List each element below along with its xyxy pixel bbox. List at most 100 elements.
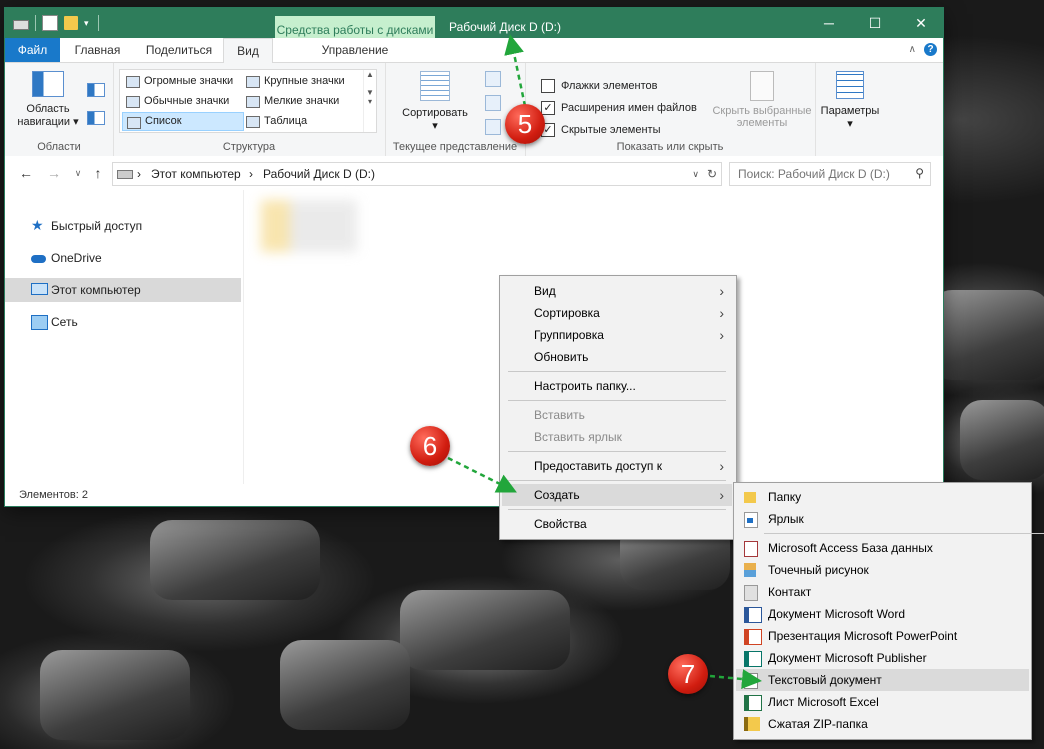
chevron-right-icon: › [719,487,724,503]
menu-item-view[interactable]: Вид › [502,280,732,302]
menu-item-label: Группировка [534,328,604,342]
maximize-button[interactable]: ☐ [852,8,898,38]
tab-home[interactable]: Главная [60,38,135,62]
item-checkboxes-toggle[interactable]: Флажки элементов [541,77,657,95]
breadcrumb-item[interactable]: Рабочий Диск D (D:) [263,163,375,185]
nav-item-this-pc[interactable]: Этот компьютер [5,278,241,302]
step-badge-7: 7 [668,654,708,694]
large-icons-icon [246,76,260,88]
breadcrumb-separator[interactable]: › [249,163,253,185]
sort-button[interactable]: Сортировать ▾ [399,71,471,132]
back-button[interactable]: ← [17,164,35,182]
minimize-button[interactable]: ─ [806,8,852,38]
chevron-down-icon[interactable]: ▾ [84,16,92,30]
preview-pane-icon[interactable] [87,83,105,97]
menu-item-properties[interactable]: Свойства [502,513,732,535]
submenu-item-folder[interactable]: Папку [736,486,1029,508]
layout-option[interactable]: Крупные значки [242,72,364,91]
options-button[interactable]: Параметры ▾ [819,71,881,130]
list-icon [127,117,141,129]
submenu-item-bitmap[interactable]: Точечный рисунок [736,559,1029,581]
details-pane-icon[interactable] [87,111,105,125]
submenu-item-label: Лист Microsoft Excel [768,695,879,709]
menu-item-group[interactable]: Группировка › [502,324,732,346]
blurred-folder-item[interactable] [261,200,357,252]
hide-selected-button[interactable]: Скрыть выбранные элементы [709,71,815,129]
navigation-pane-icon [32,71,64,97]
layout-option[interactable]: Обычные значки [122,92,244,111]
excel-icon [744,695,762,711]
breadcrumb-separator[interactable]: › [137,163,141,185]
nav-item-network[interactable]: Сеть [5,310,241,334]
text-document-icon [744,673,758,689]
drive-icon [13,20,29,30]
tab-view[interactable]: Вид [223,38,273,64]
menu-item-give-access[interactable]: Предоставить доступ к › [502,455,732,477]
menu-separator [764,533,1044,534]
tab-manage[interactable]: Управление [275,38,435,62]
gallery-scroll[interactable]: ▲ ▼ ▾ [363,70,376,132]
checkbox-checked[interactable]: ✓ [541,101,555,115]
options-label: Параметры [820,105,880,117]
nav-item-quick-access[interactable]: ★ Быстрый доступ [5,214,241,238]
nav-item-label: OneDrive [51,251,102,265]
properties-icon[interactable] [42,15,58,31]
chevron-right-icon: › [719,327,724,343]
file-extensions-toggle[interactable]: ✓ Расширения имен файлов [541,99,697,117]
drive-icon [117,170,133,179]
group-areas: Область навигации ▾ Области [5,63,114,156]
address-bar[interactable]: › Этот компьютер › Рабочий Диск D (D:) ∨… [112,162,722,186]
submenu-item-powerpoint[interactable]: Презентация Microsoft PowerPoint [736,625,1029,647]
checkbox[interactable] [541,79,555,93]
hidden-items-toggle[interactable]: ✓ Скрытые элементы [541,121,661,139]
checkbox-label: Расширения имен файлов [561,102,697,114]
navigation-pane-button[interactable]: Область навигации ▾ [13,71,83,128]
menu-item-label: Предоставить доступ к [534,459,662,473]
fit-columns-icon[interactable] [485,119,501,135]
submenu-item-contact[interactable]: Контакт [736,581,1029,603]
group-by-icon[interactable] [485,71,501,87]
layout-option[interactable]: Мелкие значки [242,92,364,111]
checkbox-label: Скрытые элементы [561,124,661,136]
layout-label: Обычные значки [144,95,230,107]
search-icon[interactable]: ⚲ [915,166,924,180]
search-box[interactable]: ⚲ [729,162,931,186]
up-button[interactable]: ↑ [89,164,107,182]
layout-option-selected[interactable]: Список [122,112,244,131]
add-columns-icon[interactable] [485,95,501,111]
tab-file[interactable]: Файл [5,38,60,62]
layout-option[interactable]: Таблица [242,112,364,131]
nav-item-onedrive[interactable]: OneDrive [5,246,241,270]
zip-icon [744,717,760,731]
submenu-item-publisher[interactable]: Документ Microsoft Publisher [736,647,1029,669]
submenu-item-word[interactable]: Документ Microsoft Word [736,603,1029,625]
chevron-down-icon[interactable]: ∨ [692,163,699,185]
tab-share[interactable]: Поделиться [135,38,223,62]
help-icon[interactable]: ? [924,43,937,56]
forward-button[interactable]: → [45,164,63,182]
submenu-item-zip[interactable]: Сжатая ZIP-папка [736,713,1029,735]
layout-option[interactable]: Огромные значки [122,72,244,91]
submenu-item-text-document[interactable]: Текстовый документ [736,669,1029,691]
submenu-item-access[interactable]: Microsoft Access База данных [736,537,1029,559]
breadcrumb-item[interactable]: Этот компьютер [151,163,241,185]
collapse-ribbon-icon[interactable]: ∧ [909,44,916,55]
close-button[interactable]: ✕ [898,8,944,38]
layout-label: Огромные значки [144,75,234,87]
menu-item-paste-shortcut: Вставить ярлык [502,426,732,448]
powerpoint-icon [744,629,762,645]
recent-dropdown[interactable]: ∨ [69,164,87,182]
menu-item-sort[interactable]: Сортировка › [502,302,732,324]
menu-item-refresh[interactable]: Обновить [502,346,732,368]
bitmap-icon [744,563,756,577]
refresh-icon[interactable]: ↻ [707,163,717,185]
new-folder-icon[interactable] [64,16,78,30]
search-input[interactable] [736,163,910,185]
submenu-item-shortcut[interactable]: Ярлык [736,508,1029,530]
sort-label: Сортировать [402,107,468,119]
layout-label: Список [145,115,182,127]
menu-item-new[interactable]: Создать › [502,484,732,506]
menu-item-customize-folder[interactable]: Настроить папку... [502,375,732,397]
submenu-item-excel[interactable]: Лист Microsoft Excel [736,691,1029,713]
menu-item-label: Настроить папку... [534,379,636,393]
